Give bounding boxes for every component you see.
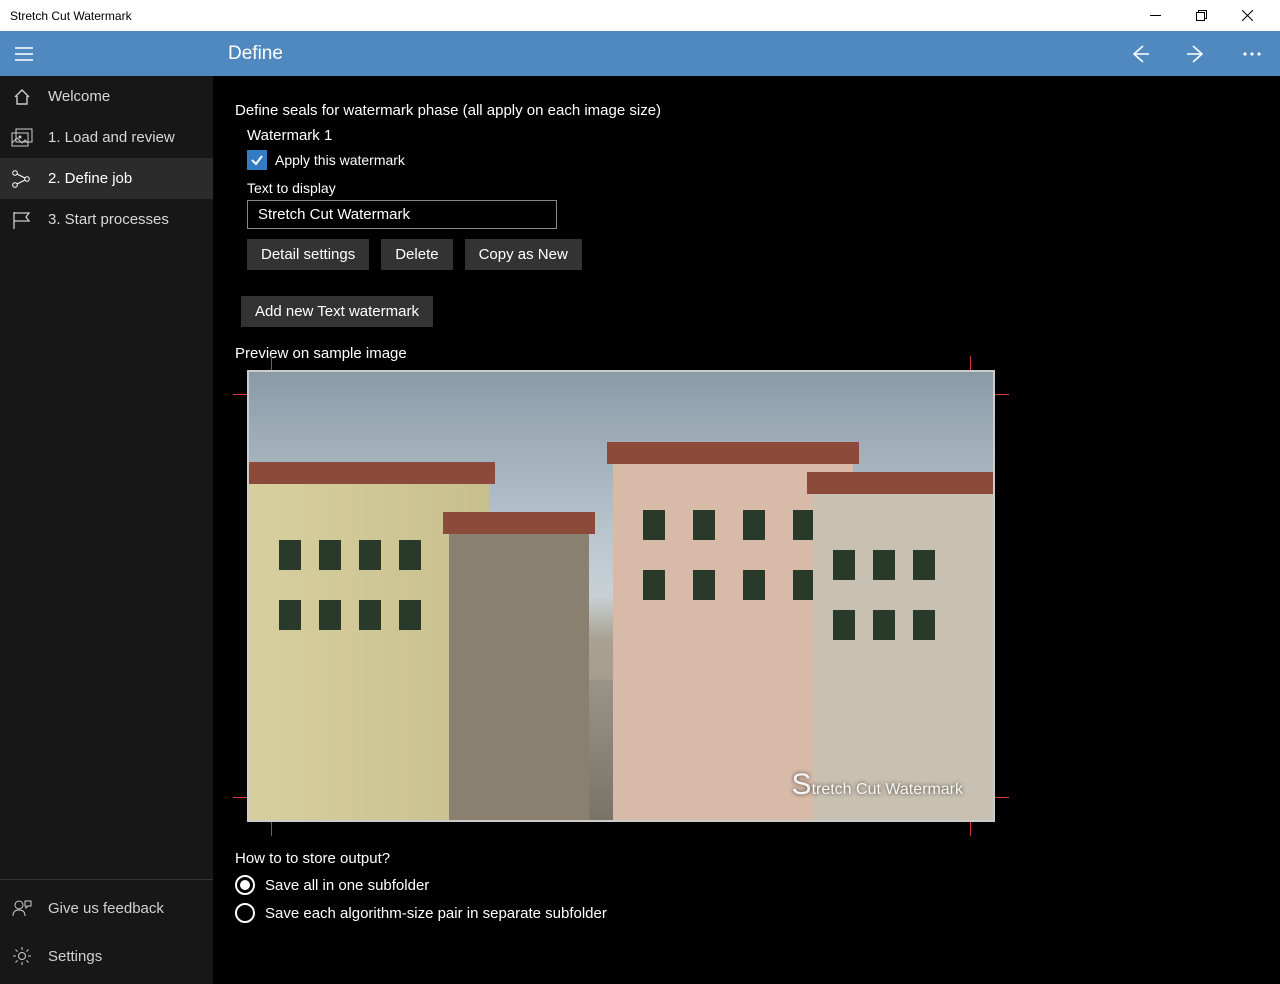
minimize-button[interactable] [1132, 0, 1178, 31]
window-title: Stretch Cut Watermark [10, 9, 1132, 23]
seals-heading: Define seals for watermark phase (all ap… [235, 102, 1258, 119]
content-area[interactable]: Define seals for watermark phase (all ap… [213, 76, 1280, 984]
radio-unselected-icon [235, 903, 255, 923]
sidebar: Welcome 1. Load and review 2. Define job… [0, 76, 213, 984]
close-button[interactable] [1224, 0, 1270, 31]
text-to-display-input[interactable] [247, 200, 557, 229]
sidebar-item-label: Settings [48, 948, 102, 965]
maximize-button[interactable] [1178, 0, 1224, 31]
maximize-icon [1196, 10, 1207, 21]
hamburger-icon [15, 47, 33, 61]
apply-watermark-checkbox[interactable]: Apply this watermark [247, 150, 1258, 170]
arrow-left-icon [1129, 43, 1151, 65]
graph-icon [10, 167, 34, 191]
sidebar-item-label: 1. Load and review [48, 129, 175, 146]
radio-label: Save each algorithm-size pair in separat… [265, 905, 607, 922]
gear-icon [10, 944, 34, 968]
sidebar-item-label: 3. Start processes [48, 211, 169, 228]
preview-container: Stretch Cut Watermark [247, 370, 995, 822]
text-to-display-label: Text to display [247, 180, 1258, 196]
back-button[interactable] [1112, 31, 1168, 76]
checkbox-checked-icon [247, 150, 267, 170]
home-icon [10, 85, 34, 109]
sidebar-item-label: 2. Define job [48, 170, 132, 187]
more-icon [1243, 52, 1261, 56]
preview-label: Preview on sample image [235, 345, 1258, 362]
preview-watermark-text: Stretch Cut Watermark [792, 768, 963, 802]
sidebar-item-define-job[interactable]: 2. Define job [0, 158, 213, 199]
hamburger-button[interactable] [0, 31, 48, 76]
add-text-watermark-button[interactable]: Add new Text watermark [241, 296, 433, 327]
output-heading: How to to store output? [235, 850, 1258, 867]
checkbox-label: Apply this watermark [275, 152, 405, 168]
preview-image: Stretch Cut Watermark [247, 370, 995, 822]
more-button[interactable] [1224, 31, 1280, 76]
app-header: Define [0, 31, 1280, 76]
copy-as-new-button[interactable]: Copy as New [465, 239, 582, 270]
forward-button[interactable] [1168, 31, 1224, 76]
detail-settings-button[interactable]: Detail settings [247, 239, 369, 270]
radio-selected-icon [235, 875, 255, 895]
close-icon [1242, 10, 1253, 21]
images-icon [10, 126, 34, 150]
sidebar-item-label: Give us feedback [48, 900, 164, 917]
sidebar-item-label: Welcome [48, 88, 110, 105]
radio-label: Save all in one subfolder [265, 877, 429, 894]
sidebar-item-feedback[interactable]: Give us feedback [0, 884, 213, 932]
arrow-right-icon [1185, 43, 1207, 65]
watermark-block: Watermark 1 Apply this watermark Text to… [247, 127, 1258, 270]
sidebar-item-welcome[interactable]: Welcome [0, 76, 213, 117]
flag-icon [10, 208, 34, 232]
minimize-icon [1150, 10, 1161, 21]
output-option-one-subfolder[interactable]: Save all in one subfolder [235, 875, 1258, 895]
output-option-separate-subfolder[interactable]: Save each algorithm-size pair in separat… [235, 903, 1258, 923]
sidebar-item-settings[interactable]: Settings [0, 932, 213, 980]
feedback-icon [10, 896, 34, 920]
sidebar-item-start-processes[interactable]: 3. Start processes [0, 199, 213, 240]
delete-button[interactable]: Delete [381, 239, 452, 270]
sidebar-item-load-review[interactable]: 1. Load and review [0, 117, 213, 158]
watermark-title: Watermark 1 [247, 127, 1258, 144]
titlebar: Stretch Cut Watermark [0, 0, 1280, 31]
page-title: Define [228, 43, 283, 65]
